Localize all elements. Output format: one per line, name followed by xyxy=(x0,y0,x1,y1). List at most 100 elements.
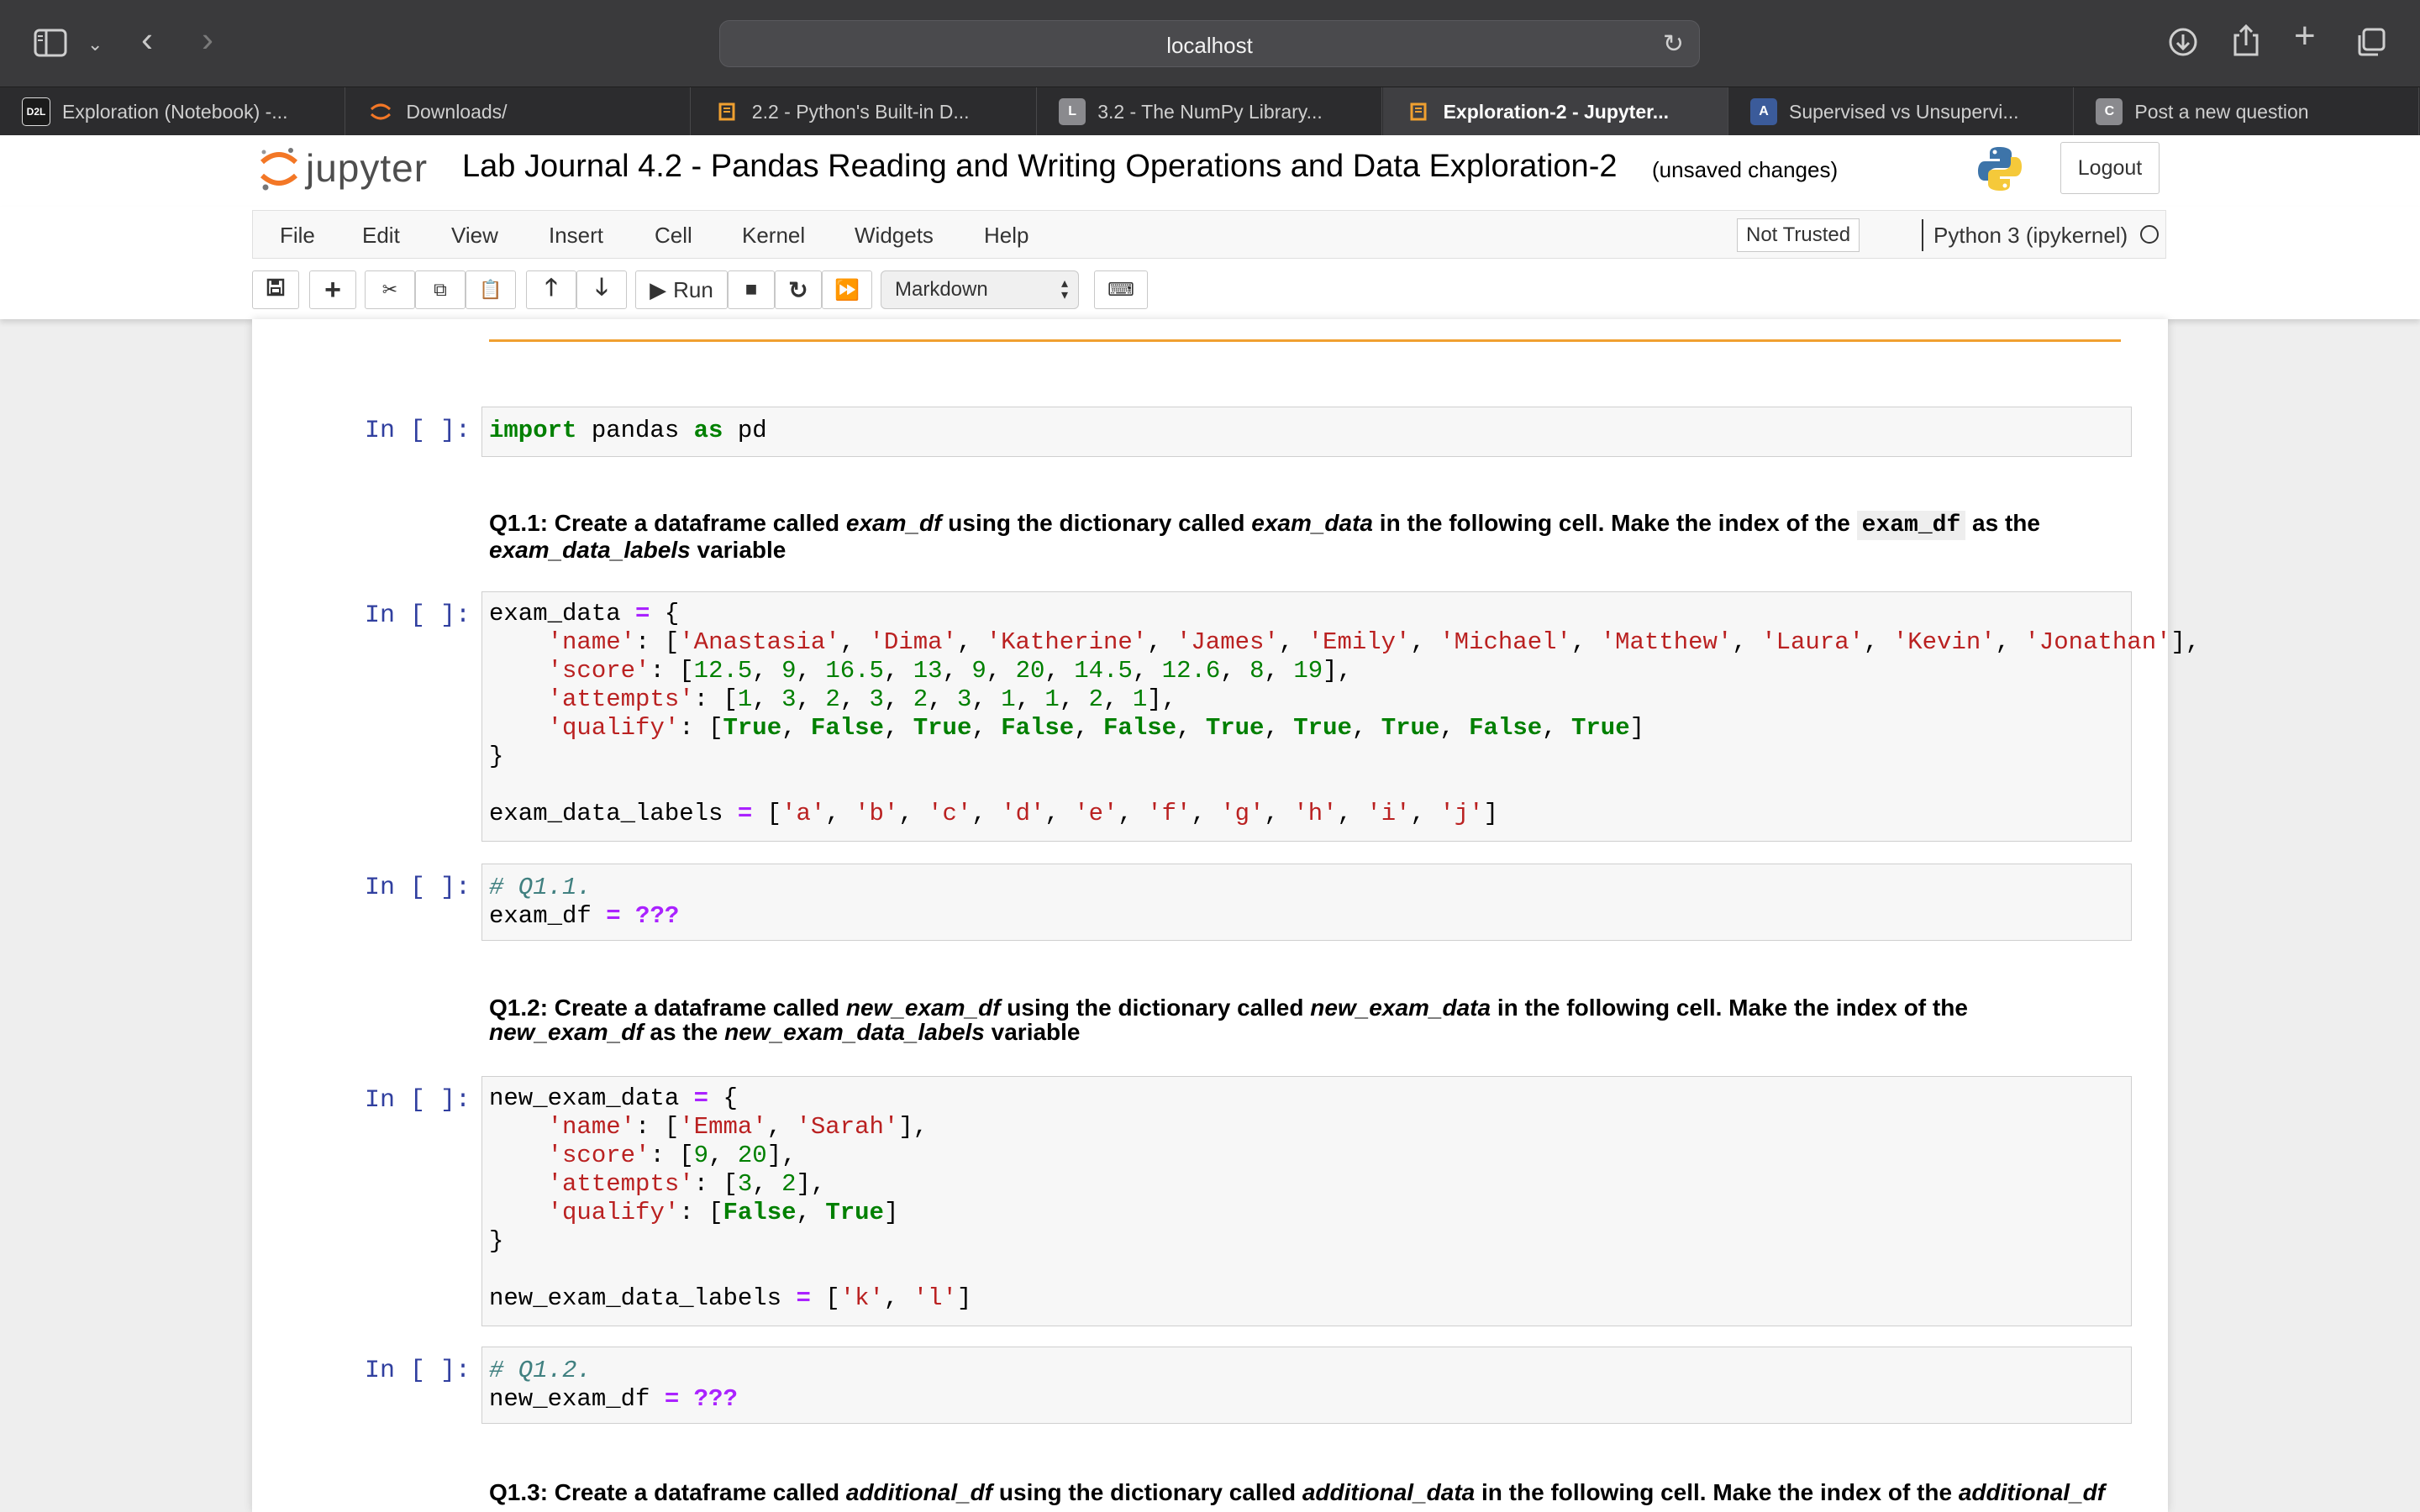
tab-favicon: L xyxy=(1059,98,1086,125)
code-line: 'attempts': [3, 2], xyxy=(547,1170,826,1198)
paste-button[interactable]: 📋 xyxy=(466,270,516,309)
tab-bar: D2L Exploration (Notebook) -... Downloads/… xyxy=(0,87,2420,136)
reload-icon[interactable]: ↻ xyxy=(1663,29,1684,59)
browser-tab[interactable]: L 3.2 - The NumPy Library... xyxy=(1037,87,1383,136)
cell-type-select[interactable]: Markdown ▴ ▾ xyxy=(881,270,1079,309)
cell-prompt: In [ ]: xyxy=(364,601,471,630)
cell-prompt: In [ ]: xyxy=(364,1357,471,1385)
tab-favicon: D2L xyxy=(22,97,50,126)
menu-help[interactable]: Help xyxy=(984,223,1028,249)
move-down-button[interactable]: 🡓 xyxy=(576,270,627,309)
restart-run-all-button[interactable]: ⏩ xyxy=(822,270,872,309)
browser-tab[interactable]: D2L Exploration (Notebook) -... xyxy=(0,87,345,136)
cell-type-value: Markdown xyxy=(895,278,988,301)
q1-1-code: # Q1.1. exam_df = ??? xyxy=(489,874,680,930)
notebook-title[interactable]: Lab Journal 4.2 - Pandas Reading and Wri… xyxy=(462,149,1617,185)
paste-icon: 📋 xyxy=(479,279,502,300)
move-up-button[interactable]: 🡑 xyxy=(526,270,576,309)
cell-prompt: In [ ]: xyxy=(364,1086,471,1115)
command-palette-button[interactable]: ⌨ xyxy=(1094,270,1148,309)
keyboard-icon: ⌨ xyxy=(1107,279,1134,300)
jupyter-icon xyxy=(367,98,394,125)
interrupt-button[interactable]: ■ xyxy=(728,270,775,309)
back-icon[interactable]: ‹ xyxy=(141,22,153,57)
code-line: } xyxy=(489,1227,504,1255)
restart-icon: ↻ xyxy=(788,276,808,303)
tab-favicon: A xyxy=(1750,98,1777,125)
book-icon xyxy=(713,98,740,125)
fast-forward-icon: ⏩ xyxy=(834,278,860,302)
menu-cell[interactable]: Cell xyxy=(655,223,692,249)
menu-insert[interactable]: Insert xyxy=(549,223,603,249)
floppy-icon xyxy=(266,278,285,302)
notebook-header: jupyter Lab Journal 4.2 - Pandas Reading… xyxy=(0,135,2420,207)
save-button[interactable] xyxy=(252,270,299,309)
run-button[interactable]: ▶ Run xyxy=(635,270,728,309)
markdown-q1-2[interactable]: Q1.2: Create a dataframe called new_exam… xyxy=(489,995,2136,1044)
tab-label: Exploration (Notebook) -... xyxy=(62,100,288,123)
kernel-divider xyxy=(1922,219,1923,251)
share-icon[interactable] xyxy=(2232,24,2260,62)
menu-kernel[interactable]: Kernel xyxy=(742,223,805,249)
jupyter-logo-text: jupyter xyxy=(306,146,429,190)
q1-2-code: # Q1.2. new_exam_df = ??? xyxy=(489,1357,738,1413)
markdown-q1-3[interactable]: Q1.3: Create a dataframe called addition… xyxy=(489,1480,2136,1512)
menu-edit[interactable]: Edit xyxy=(362,223,400,249)
code-line: 'qualify': [False, True] xyxy=(547,1199,899,1226)
markdown-q1-1[interactable]: Q1.1: Create a dataframe called exam_df … xyxy=(489,511,2136,562)
new-tab-icon[interactable]: + xyxy=(2294,18,2316,55)
kernel-name[interactable]: Python 3 (ipykernel) xyxy=(1933,223,2128,249)
code-line: new_exam_data = { xyxy=(489,1084,738,1112)
forward-icon[interactable]: › xyxy=(202,22,213,57)
copy-button[interactable]: ⧉ xyxy=(415,270,466,309)
jupyter-logo-icon[interactable] xyxy=(257,144,301,198)
address-bar[interactable]: localhost ↻ xyxy=(719,20,1700,67)
browser-tab[interactable]: 2.2 - Python's Built-in D... xyxy=(692,87,1037,136)
cut-button[interactable]: ✂ xyxy=(365,270,415,309)
browser-tab[interactable]: Downloads/ xyxy=(345,87,692,136)
not-trusted-button[interactable]: Not Trusted xyxy=(1737,218,1860,252)
code-line: 'attempts': [1, 3, 2, 3, 2, 3, 1, 1, 2, … xyxy=(547,685,1177,713)
tab-label: 2.2 - Python's Built-in D... xyxy=(751,100,970,123)
code-line: } xyxy=(489,743,504,770)
code-line: 'qualify': [True, False, True, False, Fa… xyxy=(547,714,1645,742)
browser-tab[interactable]: C Post a new question xyxy=(2074,87,2420,136)
code-line: exam_data = { xyxy=(489,600,680,627)
code-cell-q1-1[interactable] xyxy=(481,864,2132,941)
download-icon[interactable] xyxy=(2168,27,2198,62)
tab-label: 3.2 - The NumPy Library... xyxy=(1097,100,1323,123)
book-icon xyxy=(1405,98,1432,125)
exam-data-code: exam_data = { 'name': ['Anastasia', 'Dim… xyxy=(489,600,2200,828)
tab-overview-icon[interactable] xyxy=(2356,27,2386,62)
url-text: localhost xyxy=(1166,33,1253,58)
play-icon: ▶ xyxy=(650,276,667,302)
code-line: 'score': [12.5, 9, 16.5, 13, 9, 20, 14.5… xyxy=(547,657,1352,685)
menu-view[interactable]: View xyxy=(451,223,498,249)
menu-widgets[interactable]: Widgets xyxy=(855,223,934,249)
scissors-icon: ✂ xyxy=(381,279,398,300)
browser-tab[interactable]: A Supervised vs Unsupervi... xyxy=(1728,87,2074,136)
cell-prompt: In [ ]: xyxy=(364,874,471,902)
restart-button[interactable]: ↻ xyxy=(775,270,822,309)
stop-icon: ■ xyxy=(744,278,758,301)
tab-label: Exploration-2 - Jupyter... xyxy=(1443,100,1669,123)
select-arrows-icon: ▴ ▾ xyxy=(1060,276,1068,302)
tab-favicon: C xyxy=(2096,98,2123,125)
chevron-down-icon[interactable]: ⌄ xyxy=(87,30,103,59)
code-line: 'score': [9, 20], xyxy=(547,1142,797,1169)
browser-toolbar: ⌄ ‹ › localhost ↻ + xyxy=(0,0,2420,87)
menu-file[interactable]: File xyxy=(280,223,315,249)
insert-cell-button[interactable]: + xyxy=(309,270,356,309)
selected-cell-border xyxy=(489,339,2121,342)
python-logo-icon xyxy=(1975,144,2025,198)
code-line: new_exam_data_labels = ['k', 'l'] xyxy=(489,1284,972,1312)
tab-label: Supervised vs Unsupervi... xyxy=(1789,100,2019,123)
arrow-down-icon: 🡓 xyxy=(595,274,608,300)
cell-prompt: In [ ]: xyxy=(364,417,471,445)
sidebar-toggle-icon[interactable] xyxy=(34,29,67,62)
tab-label: Downloads/ xyxy=(406,100,508,123)
logout-button[interactable]: Logout xyxy=(2060,142,2160,194)
code-line: 'name': ['Anastasia', 'Dima', 'Katherine… xyxy=(547,628,2201,656)
browser-tab[interactable]: Exploration-2 - Jupyter... xyxy=(1382,87,1728,136)
